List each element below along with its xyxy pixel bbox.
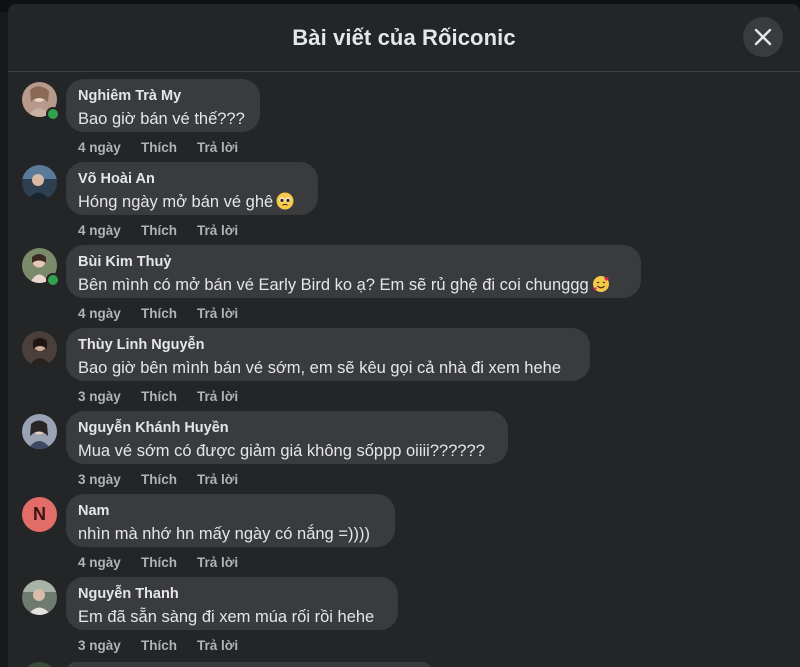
online-status-dot xyxy=(46,107,60,121)
avatar[interactable] xyxy=(22,165,57,200)
comment-item: Nghiêm Trà My Bao giờ bán vé thế??? 4 ng… xyxy=(8,72,800,155)
comment-text: Bên mình có mở bán vé Early Bird ko ạ? E… xyxy=(78,274,629,299)
comment-bubble: Nguyễn Khánh Huyền Mua vé sớm có được gi… xyxy=(66,411,508,464)
comment-actions: 4 ngày Thích Trả lời xyxy=(78,140,238,155)
comment-bubble: Thùy Linh Nguyễn Bao giờ bên mình bán vé… xyxy=(66,328,590,381)
close-icon xyxy=(754,28,772,46)
comment-bubble: Võ Hoài An Hóng ngày mở bán vé ghê xyxy=(66,162,318,215)
comment-item: Bùi Kim Thuỷ Bên mình có mở bán vé Early… xyxy=(8,238,800,321)
avatar[interactable] xyxy=(22,580,57,615)
reply-button[interactable]: Trả lời xyxy=(197,555,238,570)
comment-item: Nguyễn Thanh Em đã sẵn sàng đi xem múa r… xyxy=(8,570,800,653)
comment-bubble: Nghiêm Trà My Bao giờ bán vé thế??? xyxy=(66,79,260,132)
modal-title: Bài viết của Rốiconic xyxy=(292,24,516,50)
pleading-face-icon xyxy=(276,192,294,216)
like-button[interactable]: Thích xyxy=(141,555,197,570)
avatar[interactable] xyxy=(22,331,57,366)
comment-actions: 4 ngày Thích Trả lời xyxy=(78,223,238,238)
comment-item: N Nam nhìn mà nhớ hn mấy ngày có nắng =)… xyxy=(8,487,800,570)
comment-actions: 4 ngày Thích Trả lời xyxy=(78,555,238,570)
comment-author[interactable]: Võ Hoài An xyxy=(78,170,306,188)
comment-bubble: Nam nhìn mà nhớ hn mấy ngày có nắng =)))… xyxy=(66,494,395,547)
comment-timestamp[interactable]: 3 ngày xyxy=(78,638,141,653)
avatar[interactable] xyxy=(22,662,57,667)
comment-bubble: Bùi Kim Thuỷ Bên mình có mở bán vé Early… xyxy=(66,245,641,298)
comment-timestamp[interactable]: 4 ngày xyxy=(78,555,141,570)
comment-author[interactable]: Nguyễn Khánh Huyền xyxy=(78,419,496,437)
reply-button[interactable]: Trả lời xyxy=(197,306,238,321)
comment-timestamp[interactable]: 4 ngày xyxy=(78,306,141,321)
comment-text: Hóng ngày mở bán vé ghê xyxy=(78,191,306,216)
comment-timestamp[interactable]: 3 ngày xyxy=(78,389,141,404)
modal-header: Bài viết của Rốiconic xyxy=(8,4,800,72)
comment-text-content: Hóng ngày mở bán vé ghê xyxy=(78,193,274,211)
comment-timestamp[interactable]: 3 ngày xyxy=(78,472,141,487)
like-button[interactable]: Thích xyxy=(141,306,197,321)
like-button[interactable]: Thích xyxy=(141,472,197,487)
comment-author[interactable]: Nam xyxy=(78,502,383,520)
comment-author[interactable]: Bùi Kim Thuỷ xyxy=(78,253,629,271)
comment-author[interactable]: Nguyễn Thanh xyxy=(78,585,386,603)
close-button[interactable] xyxy=(743,17,783,57)
reply-button[interactable]: Trả lời xyxy=(197,389,238,404)
comment-actions: 3 ngày Thích Trả lời xyxy=(78,472,238,487)
comment-text: Bao giờ bán vé thế??? xyxy=(78,110,245,128)
comment-author[interactable]: Nghiêm Trà My xyxy=(78,87,248,105)
comment-text: nhìn mà nhớ hn mấy ngày có nắng =)))) xyxy=(78,525,370,543)
avatar[interactable] xyxy=(22,414,57,449)
comment-item: Thùy Linh Nguyễn Bao giờ bên mình bán vé… xyxy=(8,321,800,404)
comment-timestamp[interactable]: 4 ngày xyxy=(78,140,141,155)
comment-text: Bao giờ bên mình bán vé sớm, em sẽ kêu g… xyxy=(78,359,561,377)
comment-actions: 3 ngày Thích Trả lời xyxy=(78,638,238,653)
reply-button[interactable]: Trả lời xyxy=(197,638,238,653)
like-button[interactable]: Thích xyxy=(141,389,197,404)
comment-text-content: Bên mình có mở bán vé Early Bird ko ạ? E… xyxy=(78,276,589,294)
comment-item: Võ Hoài An Hóng ngày mở bán vé ghê 4 ngà… xyxy=(8,155,800,238)
comment-text: Mua vé sớm có được giảm giá không sốppp … xyxy=(78,442,485,460)
comment-author[interactable]: Thùy Linh Nguyễn xyxy=(78,336,578,354)
comment-list: Nghiêm Trà My Bao giờ bán vé thế??? 4 ng… xyxy=(8,72,800,667)
comment-actions: 3 ngày Thích Trả lời xyxy=(78,389,238,404)
comment-text: Em đã sẵn sàng đi xem múa rối rồi hehe xyxy=(78,608,375,626)
post-modal: Bài viết của Rốiconic Nghiêm Trà My Bao … xyxy=(8,4,800,667)
comment-item: Nguyễn Khánh Huyền Mua vé sớm có được gi… xyxy=(8,404,800,487)
reply-button[interactable]: Trả lời xyxy=(197,140,238,155)
reply-button[interactable]: Trả lời xyxy=(197,223,238,238)
comment-bubble xyxy=(66,662,432,667)
like-button[interactable]: Thích xyxy=(141,140,197,155)
like-button[interactable]: Thích xyxy=(141,223,197,238)
comment-timestamp[interactable]: 4 ngày xyxy=(78,223,141,238)
comment-actions: 4 ngày Thích Trả lời xyxy=(78,306,238,321)
reply-button[interactable]: Trả lời xyxy=(197,472,238,487)
online-status-dot xyxy=(46,273,60,287)
avatar[interactable]: N xyxy=(22,497,57,532)
comment-bubble: Nguyễn Thanh Em đã sẵn sàng đi xem múa r… xyxy=(66,577,398,630)
smiling-face-with-hearts-icon xyxy=(592,275,610,299)
like-button[interactable]: Thích xyxy=(141,638,197,653)
